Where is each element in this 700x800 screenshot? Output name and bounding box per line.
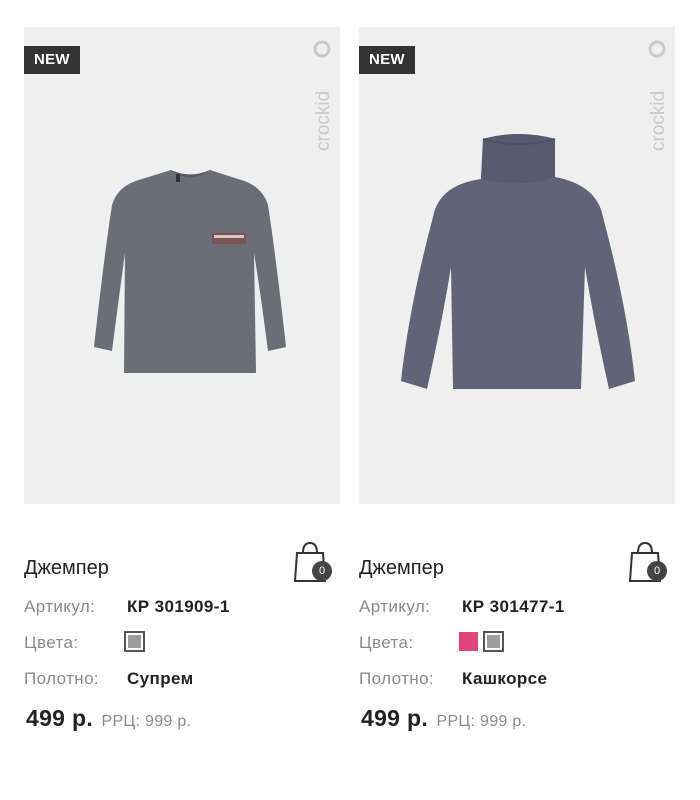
- color-swatches: [459, 631, 504, 652]
- color-swatches: [124, 631, 145, 652]
- cart-count-badge: 0: [312, 561, 332, 581]
- fabric-value: Супрем: [127, 669, 194, 688]
- turtleneck-icon: [401, 134, 635, 389]
- rrp-price: РРЦ: 999 р.: [101, 713, 192, 730]
- product-title[interactable]: Джемпер: [359, 556, 444, 580]
- colors-label: Цвета:: [359, 633, 414, 652]
- product-title[interactable]: Джемпер: [24, 556, 109, 580]
- sku-label: Артикул:: [359, 597, 431, 616]
- price: 499 р.: [361, 705, 429, 731]
- product-photo[interactable]: NEW crockid: [24, 27, 340, 504]
- price: 499 р.: [26, 705, 94, 731]
- fabric-value: Кашкорсе: [462, 669, 548, 688]
- color-swatch[interactable]: [124, 631, 145, 652]
- price-row: 499 р. РРЦ: 999 р.: [361, 705, 526, 735]
- fabric-label: Полотно:: [359, 669, 435, 688]
- product-info: Джемпер 0 Артикул: КР 301909-1 Цвета: По…: [24, 541, 340, 736]
- brand-label: crockid: [313, 91, 334, 151]
- rrp-price: РРЦ: 999 р.: [436, 713, 527, 730]
- price-row: 499 р. РРЦ: 999 р.: [26, 705, 191, 735]
- sku-value: КР 301477-1: [462, 597, 565, 616]
- crockid-logo-icon: crockid: [313, 40, 334, 151]
- crockid-logo-icon: crockid: [648, 40, 669, 151]
- color-swatch[interactable]: [483, 631, 504, 652]
- long-sleeve-tshirt-icon: [94, 170, 286, 373]
- brand-label: crockid: [648, 91, 669, 151]
- fabric-label: Полотно:: [24, 669, 100, 688]
- new-badge: NEW: [359, 46, 415, 74]
- sku-value: КР 301909-1: [127, 597, 230, 616]
- product-grid: NEW crockid Джемпер 0 Артикул: КР 301909…: [0, 0, 700, 800]
- new-badge: NEW: [24, 46, 80, 74]
- product-card[interactable]: NEW crockid Джемпер 0 Артикул: КР 301477…: [359, 27, 675, 736]
- colors-label: Цвета:: [24, 633, 79, 652]
- product-photo[interactable]: NEW crockid: [359, 27, 675, 504]
- color-swatch[interactable]: [459, 632, 478, 651]
- product-card[interactable]: NEW crockid Джемпер 0 Артикул: КР 301909…: [24, 27, 340, 736]
- product-info: Джемпер 0 Артикул: КР 301477-1 Цвета: По…: [359, 541, 675, 736]
- cart-count-badge: 0: [647, 561, 667, 581]
- add-to-cart-button[interactable]: 0: [292, 537, 334, 587]
- add-to-cart-button[interactable]: 0: [627, 537, 669, 587]
- sku-label: Артикул:: [24, 597, 96, 616]
